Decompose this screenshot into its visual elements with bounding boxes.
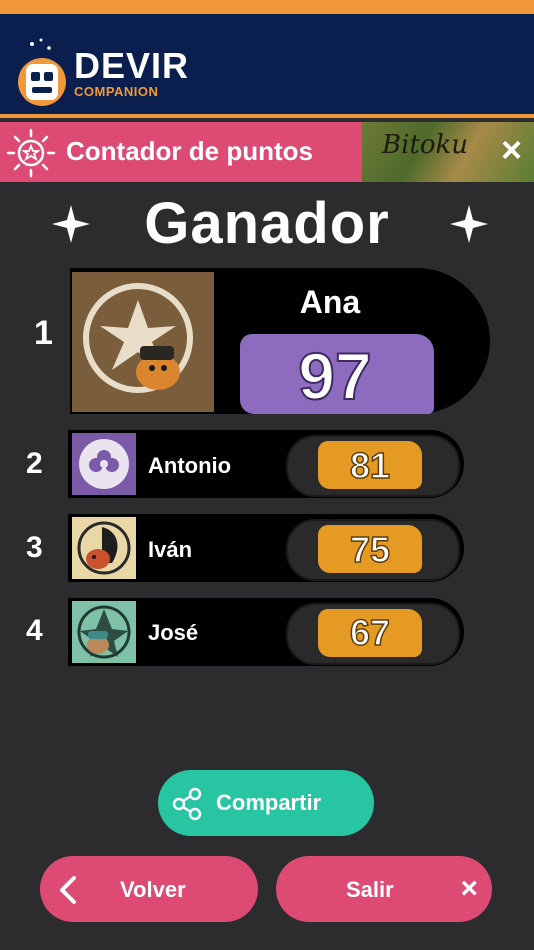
player-name: Iván [148,537,193,562]
brand-subtitle: COMPANION [74,84,159,99]
rank-number: 2 [26,447,43,480]
exit-button[interactable]: Salir × [276,856,492,922]
player-score: 81 [349,444,391,487]
share-button-label: Compartir [216,790,322,815]
header-separator [0,114,534,118]
page-title: Contador de puntos [66,136,313,166]
player-score: 67 [349,611,391,654]
player-avatar [72,433,136,495]
close-icon[interactable]: × [501,130,522,170]
close-icon: × [460,872,478,905]
robot-logo-icon [18,38,66,106]
exit-button-label: Salir [346,877,394,902]
player-name: José [148,620,199,645]
rank-number: 3 [26,531,43,564]
share-icon [172,787,202,821]
back-button[interactable]: Volver [40,856,258,922]
game-banner-title: Bitoku [382,130,469,160]
player-avatar [72,517,136,579]
player-score: 75 [349,528,391,571]
player-name: Antonio [148,453,232,478]
rank-number: 4 [26,614,43,647]
brand-name: DEVIR [74,45,190,86]
player-portrait-avatar [72,272,214,412]
sparkle-star-icon [450,205,488,243]
winner-score: 97 [297,338,372,414]
chevron-left-icon [60,876,76,904]
back-button-label: Volver [120,877,186,902]
top-accent-strip [0,0,534,14]
title-bar: Contador de puntos Bitoku × [0,122,534,182]
share-button[interactable]: Compartir [158,770,374,836]
rank-number: 1 [34,314,53,352]
sun-icon [6,128,56,178]
game-banner: Bitoku × [362,122,534,182]
player-avatar [72,601,136,663]
winner-name: Ana [299,284,361,320]
app-header: DEVIR COMPANION [0,14,534,118]
